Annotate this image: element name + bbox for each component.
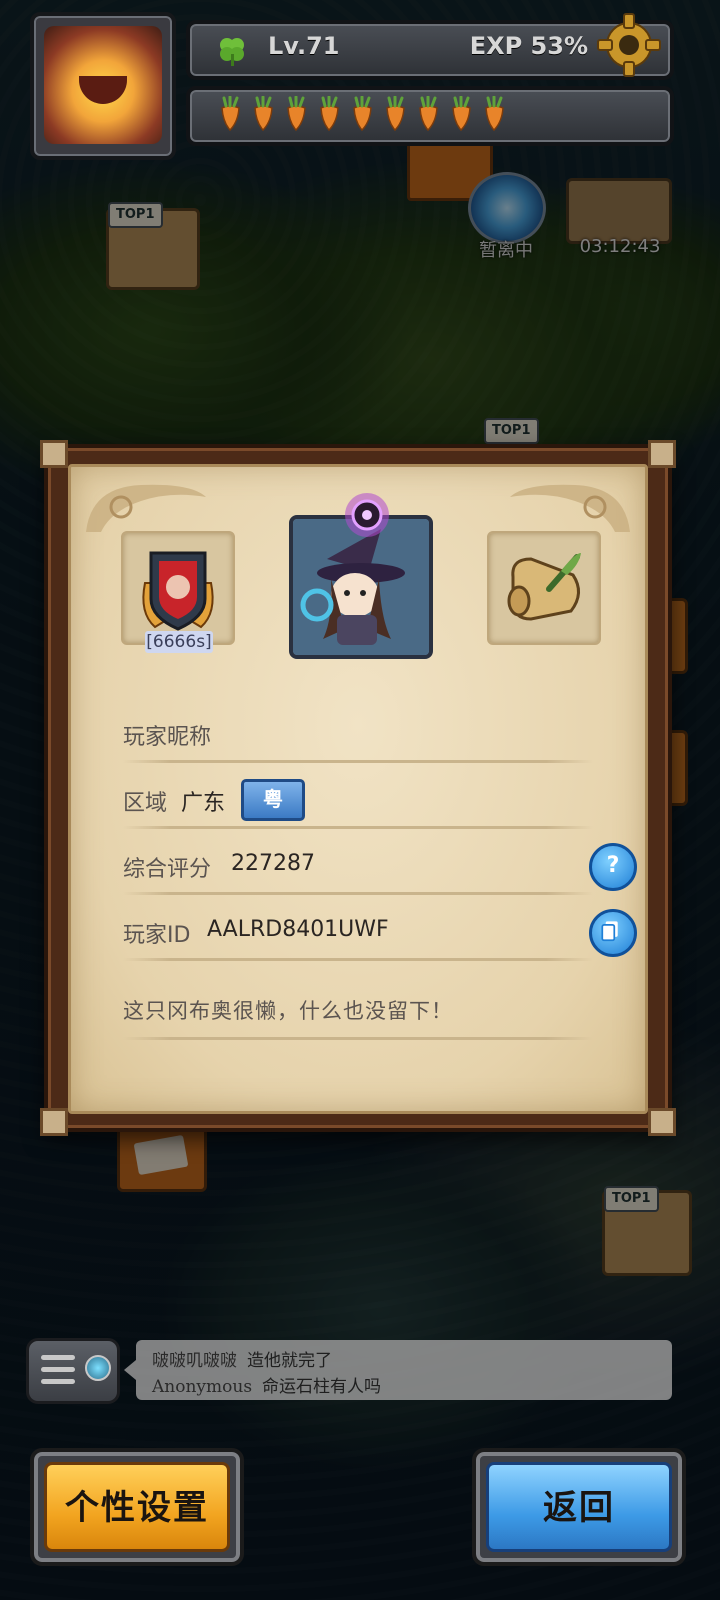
back-button[interactable]: 返回	[472, 1448, 686, 1566]
dialog-corner	[648, 440, 676, 468]
nickname-label: 玩家昵称	[123, 725, 212, 750]
guild-badge-slot[interactable]: [6666s]	[121, 531, 235, 653]
guild-badge-icon	[142, 551, 214, 631]
carrot-icon	[485, 96, 504, 132]
player-id-row: 玩家ID AALRD8401UWF	[123, 905, 637, 961]
player-avatar[interactable]	[30, 12, 176, 160]
ornament-right-icon	[510, 484, 630, 532]
carrot-icon	[419, 96, 438, 132]
carrot-icon	[287, 96, 306, 132]
energy-bar	[186, 86, 674, 146]
carrot-icon	[353, 96, 372, 132]
region-label: 区域	[123, 791, 168, 816]
divider	[123, 760, 593, 763]
scroll-slot[interactable]	[487, 531, 601, 645]
chat-line-icon	[41, 1355, 75, 1360]
carrot-list	[216, 96, 509, 132]
personalize-settings-button[interactable]: 个性设置	[30, 1448, 244, 1566]
help-button[interactable]: ?	[589, 843, 637, 891]
carrot-icon	[254, 96, 273, 132]
region-tag-button[interactable]: 粤	[241, 779, 305, 821]
carrot-icon	[320, 96, 339, 132]
player-bio: 这只冈布奥很懒，什么也没留下！	[123, 999, 453, 1023]
score-row: 综合评分 227287 ?	[123, 839, 637, 895]
chat-message: 啵啵叽啵啵 造他就完了	[152, 1346, 332, 1371]
chat-user: Anonymous	[152, 1377, 253, 1397]
copy-icon	[601, 921, 618, 942]
region-row: 区域 广东 粤	[123, 773, 593, 829]
player-id-label: 玩家ID	[123, 923, 191, 948]
divider	[123, 892, 593, 895]
clover-icon	[220, 38, 244, 66]
carrot-icon	[221, 96, 240, 132]
avatar-character-icon	[44, 26, 162, 144]
dialog-corner	[40, 1108, 68, 1136]
chat-button[interactable]	[26, 1338, 120, 1404]
personalize-settings-label: 个性设置	[65, 1488, 209, 1528]
divider	[123, 826, 593, 829]
nickname-row: 玩家昵称	[123, 707, 593, 763]
chat-preview[interactable]: 啵啵叽啵啵 造他就完了 Anonymous 命运石柱有人吗	[124, 1340, 672, 1400]
carrot-icon	[386, 96, 405, 132]
score-label: 综合评分	[123, 857, 212, 882]
chat-line-icon	[41, 1379, 75, 1384]
chat-user: 啵啵叽啵啵	[152, 1351, 237, 1371]
divider	[123, 1037, 593, 1040]
level-text: Lv.71	[268, 32, 340, 60]
dialog-corner	[40, 440, 68, 468]
dialog-corner	[648, 1108, 676, 1136]
ornament-left-icon	[86, 484, 206, 532]
chat-line-icon	[41, 1367, 75, 1372]
guild-badge-tag: [6666s]	[145, 631, 213, 653]
region-value: 广东	[181, 791, 226, 816]
carrot-icon	[452, 96, 471, 132]
chat-message: Anonymous 命运石柱有人吗	[152, 1372, 381, 1397]
back-label: 返回	[543, 1488, 615, 1528]
purple-gem-icon	[345, 493, 389, 537]
profile-paper: [6666s] 玩家昵称 区域 广东 粤 综合评分 227287 ? 玩家ID …	[68, 464, 648, 1114]
profile-dialog: [6666s] 玩家昵称 区域 广东 粤 综合评分 227287 ? 玩家ID …	[40, 440, 676, 1136]
scroll-icon	[507, 553, 581, 621]
chat-text: 命运石柱有人吗	[262, 1377, 382, 1397]
divider	[123, 958, 593, 961]
exp-text: EXP 53%	[469, 32, 588, 60]
chat-status-icon	[85, 1355, 111, 1381]
copy-button[interactable]	[589, 909, 637, 957]
chat-text: 造他就完了	[247, 1351, 332, 1371]
score-value: 227287	[231, 851, 315, 876]
player-id-value: AALRD8401UWF	[207, 917, 389, 942]
gear-icon[interactable]	[596, 12, 662, 78]
